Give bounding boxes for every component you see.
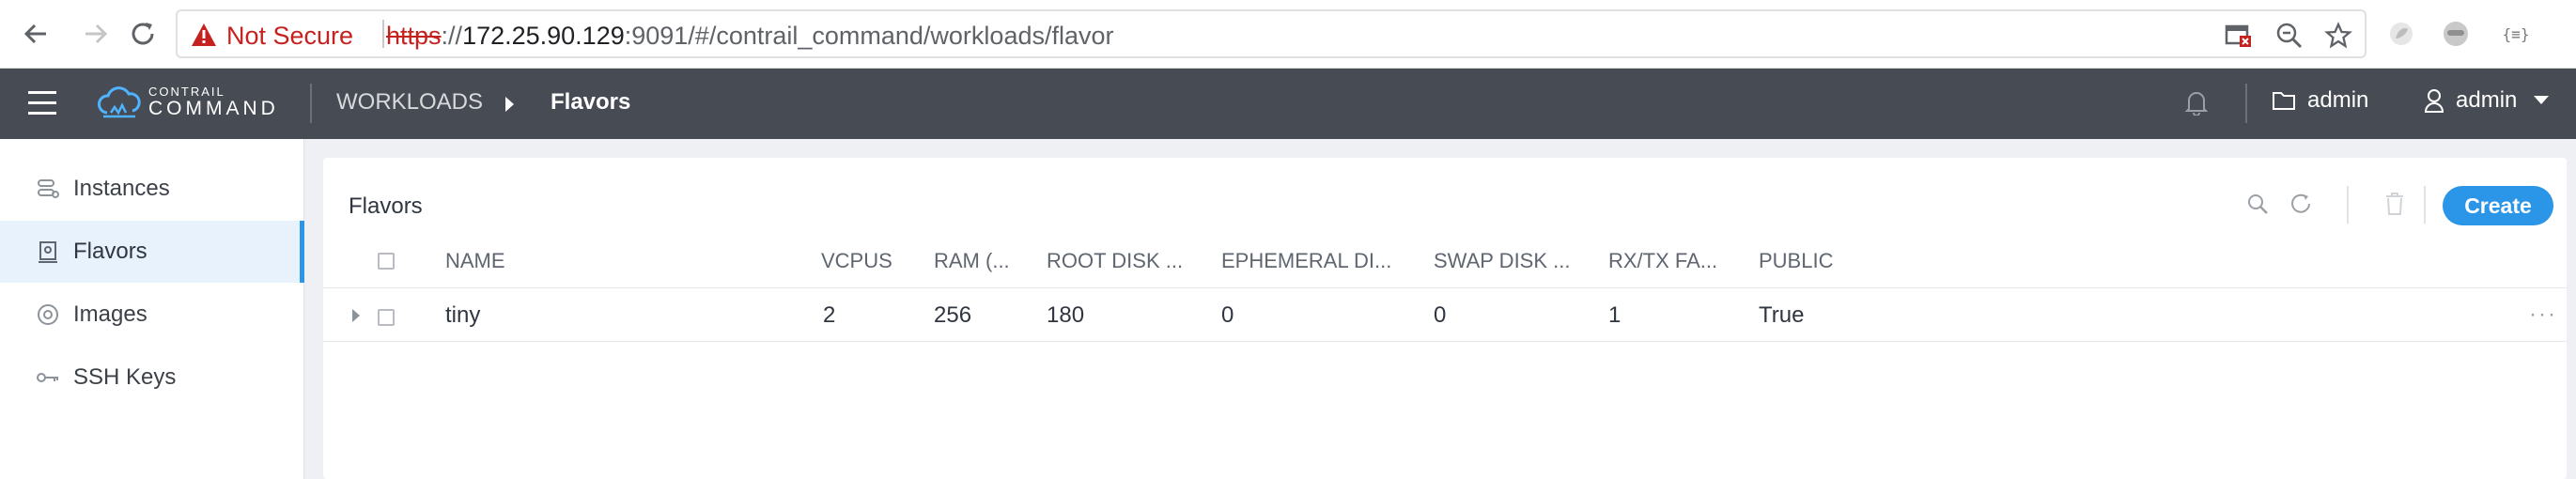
- popup-blocked-button[interactable]: [2224, 21, 2254, 51]
- hamburger-line: [28, 112, 56, 115]
- hamburger-line: [28, 101, 56, 104]
- forward-button[interactable]: [79, 17, 113, 51]
- sidebar-item-label: Images: [73, 301, 147, 327]
- delete-button[interactable]: [2381, 190, 2409, 218]
- search-button[interactable]: [2243, 190, 2272, 218]
- cell-name: tiny: [445, 302, 481, 328]
- address-bar[interactable]: Not Secure https://172.25.90.129:9091/#/…: [176, 9, 2367, 58]
- extension-button-2[interactable]: [2439, 17, 2473, 51]
- project-selector[interactable]: admin: [2272, 87, 2368, 114]
- cell-vcpus: 2: [823, 302, 836, 328]
- extension-leaf-icon: [2390, 23, 2413, 45]
- address-divider: [382, 20, 384, 48]
- sidebar: Instances Flavors Images SSH Keys: [0, 139, 304, 479]
- popup-blocked-icon: [2225, 24, 2251, 47]
- sidebar-item-label: Flavors: [73, 239, 147, 264]
- json-viewer-extension[interactable]: {≡}: [2491, 17, 2540, 51]
- column-header-name[interactable]: NAME: [445, 235, 633, 287]
- url-host: 172.25.90.129: [462, 22, 625, 50]
- contrail-command-logo[interactable]: CONTRAIL COMMAND: [98, 85, 286, 124]
- bookmark-button[interactable]: [2323, 21, 2353, 51]
- user-icon: [2424, 89, 2444, 113]
- forward-arrow-icon: [85, 23, 108, 44]
- menu-button[interactable]: [28, 89, 60, 117]
- column-header-swap-disk[interactable]: SWAP DISK ...: [1434, 235, 1603, 287]
- user-menu[interactable]: admin: [2424, 87, 2550, 114]
- url-separator: ://: [441, 22, 463, 50]
- expand-row-icon[interactable]: [352, 309, 360, 322]
- cloud-logo-icon: [98, 86, 141, 118]
- extension-mask-icon: [2444, 22, 2468, 46]
- row-actions-menu[interactable]: ···: [2529, 301, 2557, 328]
- logo-text-bottom: COMMAND: [148, 98, 279, 119]
- key-icon: [37, 373, 58, 382]
- toolbar-divider: [2424, 186, 2426, 224]
- warning-icon: [192, 23, 216, 46]
- zoom-icon: [2276, 23, 2303, 49]
- url-text[interactable]: https://172.25.90.129:9091/#/contrail_co…: [386, 22, 1114, 51]
- main-content: Flavors Create NAME VCPUS RAM (... ROOT …: [304, 139, 2576, 479]
- search-icon: [2248, 194, 2268, 214]
- column-header-root-disk[interactable]: ROOT DISK ...: [1047, 235, 1206, 287]
- cell-ram: 256: [934, 302, 972, 328]
- column-header-vcpus[interactable]: VCPUS: [821, 235, 915, 287]
- reload-button[interactable]: [126, 17, 160, 51]
- sidebar-item-images[interactable]: Images: [0, 284, 304, 346]
- reload-icon: [132, 23, 154, 45]
- cell-ephemeral-disk: 0: [1221, 302, 1234, 328]
- column-header-public[interactable]: PUBLIC: [1759, 235, 1890, 287]
- project-label: admin: [2307, 87, 2369, 113]
- refresh-button[interactable]: [2287, 190, 2315, 218]
- sidebar-item-label: Instances: [73, 176, 170, 201]
- sidebar-item-ssh-keys[interactable]: SSH Keys: [0, 347, 304, 409]
- cell-public: True: [1759, 302, 1805, 328]
- create-button[interactable]: Create: [2443, 186, 2553, 225]
- app-header: CONTRAIL COMMAND WORKLOADS Flavors admin…: [0, 69, 2576, 139]
- zoom-button[interactable]: [2274, 21, 2304, 51]
- table-row[interactable]: tiny 2 256 180 0 0 1 True ···: [323, 287, 2567, 342]
- column-header-ram[interactable]: RAM (...: [934, 235, 1028, 287]
- cell-rxtx-factor: 1: [1608, 302, 1622, 328]
- browser-toolbar: Not Secure https://172.25.90.129:9091/#/…: [0, 0, 2576, 69]
- column-header-ephemeral-disk[interactable]: EPHEMERAL DI...: [1221, 235, 1409, 287]
- extension-button-1[interactable]: [2384, 17, 2418, 51]
- header-divider: [310, 84, 312, 123]
- folder-icon: [2273, 92, 2295, 110]
- sidebar-item-instances[interactable]: Instances: [0, 158, 304, 220]
- user-label: admin: [2456, 87, 2518, 113]
- notifications-button[interactable]: [2185, 89, 2219, 116]
- row-checkbox[interactable]: [378, 309, 395, 326]
- breadcrumb-arrow-icon: [505, 97, 514, 112]
- cell-root-disk: 180: [1047, 302, 1085, 328]
- bell-icon: [2185, 92, 2208, 116]
- cell-swap-disk: 0: [1434, 302, 1447, 328]
- sidebar-item-label: SSH Keys: [73, 364, 177, 390]
- breadcrumb-current: Flavors: [551, 89, 631, 115]
- select-all-checkbox[interactable]: [378, 253, 395, 270]
- url-path: :9091/#/contrail_command/workloads/flavo…: [624, 22, 1114, 50]
- images-icon: [38, 304, 58, 325]
- toolbar-divider: [2347, 186, 2349, 224]
- refresh-icon: [2291, 193, 2310, 213]
- breadcrumb-workloads[interactable]: WORKLOADS: [336, 89, 483, 116]
- url-scheme: https: [386, 22, 442, 50]
- chevron-down-icon: [2534, 96, 2550, 104]
- sidebar-item-flavors[interactable]: Flavors: [0, 221, 304, 283]
- back-button[interactable]: [19, 17, 53, 51]
- back-arrow-icon: [23, 23, 46, 44]
- trash-icon: [2386, 193, 2403, 215]
- star-icon: [2324, 22, 2352, 49]
- instances-icon: [38, 179, 59, 198]
- security-status[interactable]: Not Secure: [226, 22, 353, 51]
- hamburger-line: [28, 91, 56, 94]
- logo-text-top: CONTRAIL: [148, 85, 225, 99]
- column-header-rxtx-factor[interactable]: RX/TX FA...: [1608, 235, 1749, 287]
- flavors-panel: Flavors Create NAME VCPUS RAM (... ROOT …: [323, 158, 2567, 479]
- flavors-icon: [39, 241, 57, 263]
- page-title: Flavors: [349, 193, 423, 219]
- header-divider: [2245, 84, 2247, 123]
